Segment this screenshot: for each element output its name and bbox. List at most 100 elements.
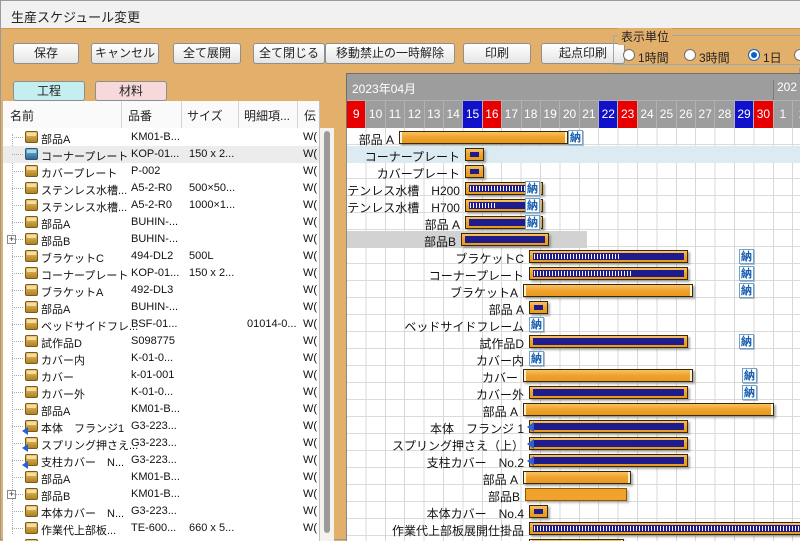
radio-1hour-label[interactable]: 1時間 (638, 49, 669, 66)
cell-name: カバー内 (41, 355, 85, 367)
gantt-bar[interactable] (527, 454, 688, 467)
tree-leader-line (12, 477, 23, 478)
table-row[interactable]: カバー外 K-01-0... W( (3, 384, 319, 401)
day-cell: 23 (618, 100, 638, 128)
gantt-bar[interactable] (465, 148, 484, 161)
table-row[interactable]: 支柱カバー N... G3-223... W( (3, 452, 319, 469)
table-row[interactable]: 本体カバー N... G3-223... W( (3, 503, 319, 520)
table-row[interactable]: + 部品B BUHIN-... W( (3, 231, 319, 248)
table-row[interactable]: 部品A BUHIN-... W( (3, 214, 319, 231)
gantt-row: 試作品D 納 (347, 333, 800, 351)
item-cube-icon (25, 505, 38, 517)
tab-process[interactable]: 工程 (13, 81, 85, 101)
table-row[interactable]: + 部品B KM01-B... W( (3, 486, 319, 503)
table-vertical-scrollbar[interactable] (320, 128, 334, 541)
day-cell: 17 (502, 100, 522, 128)
cell-name: 部品A (41, 134, 71, 146)
item-cube-icon (25, 131, 38, 143)
table-row[interactable]: カバー k-01-001 W( (3, 367, 319, 384)
cell-size: 660 x 5... (189, 522, 235, 534)
table-row[interactable]: 作業代上部板... TE-600... 660 x 5... W( (3, 520, 319, 537)
unlock-move-button[interactable]: 移動禁止の一時解除 (325, 43, 455, 64)
gantt-bar[interactable] (529, 267, 688, 280)
print-button[interactable]: 印刷 (463, 43, 531, 64)
gantt-bar[interactable] (523, 471, 631, 484)
gantt-bar[interactable] (523, 284, 693, 297)
table-row[interactable]: 部品A KM01-B... W( (3, 469, 319, 486)
item-cube-icon (25, 352, 38, 364)
cell-part: S098775 (131, 335, 176, 347)
gantt-bar[interactable] (529, 335, 688, 348)
tree-leader-line (12, 188, 23, 189)
cell-name: 支柱カバー N... (41, 457, 125, 469)
col-header-part: 品番 (128, 109, 153, 123)
gantt-bar[interactable] (527, 437, 688, 450)
table-row[interactable]: カバープレート P-002 W( (3, 163, 319, 180)
radio-3hour[interactable] (684, 49, 696, 61)
day-cell: 10 (366, 100, 386, 128)
gantt-bar[interactable] (529, 250, 688, 263)
delivery-badge: 納 (739, 283, 754, 298)
table-row[interactable]: カバー内 K-01-0... W( (3, 350, 319, 367)
gantt-bar[interactable] (461, 233, 549, 246)
column-separator (297, 101, 298, 128)
gantt-day-row: 9 10 11 12 13 14 15 16 17 18 19 20 21 22 23 24 25 26 27 28 2… (346, 100, 800, 128)
table-row[interactable] (3, 537, 319, 541)
col-header-name: 名前 (10, 109, 35, 123)
table-row[interactable]: ステンレス水槽... A5-2-R0 1000×1... W( (3, 197, 319, 214)
radio-1hour[interactable] (623, 49, 635, 61)
gantt-bar[interactable] (465, 165, 484, 178)
radio-3hour-label[interactable]: 3時間 (699, 49, 730, 66)
collapse-all-button[interactable]: 全て閉じる (253, 43, 325, 64)
tab-material[interactable]: 材料 (95, 81, 167, 101)
gantt-bar[interactable] (529, 386, 688, 399)
radio-1day[interactable] (748, 49, 760, 61)
cell-den: W( (303, 522, 318, 534)
tree-leader-line (12, 528, 23, 529)
gantt-bar[interactable] (529, 505, 548, 518)
delivery-badge: 納 (742, 368, 757, 383)
table-row[interactable]: 部品A KM01-B... W( (3, 401, 319, 418)
day-cell: 26 (676, 100, 697, 128)
day-cell: 9 (347, 100, 367, 128)
gantt-row: 本体カバー No.4 (347, 503, 800, 521)
cancel-button[interactable]: キャンセル (91, 43, 159, 64)
table-row[interactable]: ブラケットA 492-DL3 W( (3, 282, 319, 299)
cell-part: k-01-001 (131, 369, 175, 381)
tree-leader-line (12, 154, 23, 155)
bar-progress-hatch (470, 203, 495, 208)
radio-partial[interactable] (794, 49, 800, 61)
cell-name: スプリング押さえ... (41, 440, 139, 452)
cell-name: カバー外 (41, 389, 85, 401)
table-row[interactable]: コーナープレート KOP-01... 150 x 2... W( (3, 146, 319, 163)
gantt-bar[interactable] (529, 301, 548, 314)
cell-size: 1000×1... (189, 199, 236, 211)
cell-name: 部品A (41, 219, 71, 231)
gantt-bar[interactable] (525, 488, 627, 501)
gantt-bar[interactable] (527, 420, 688, 433)
tree-leader-line (12, 273, 23, 274)
expand-all-button[interactable]: 全て展開 (173, 43, 241, 64)
table-row[interactable]: 試作品D S098775 W( (3, 333, 319, 350)
table-row[interactable]: 部品A KM01-B... W( (3, 129, 319, 146)
table-row[interactable]: ブラケットC 494-DL2 500L W( (3, 248, 319, 265)
gantt-bar[interactable] (523, 403, 774, 416)
table-row[interactable]: スプリング押さえ... G3-223... W( (3, 435, 319, 452)
gantt-bar[interactable] (529, 522, 800, 535)
table-row[interactable]: ステンレス水槽... A5-2-R0 500×50... W( (3, 180, 319, 197)
scrollbar-thumb[interactable] (324, 131, 330, 533)
cell-den: W( (303, 369, 318, 381)
save-button[interactable]: 保存 (13, 43, 79, 64)
table-row[interactable]: ベッドサイドフレ... BSF-01... 01014-0... W( (3, 316, 319, 333)
day-cell: 1 (773, 100, 793, 128)
table-row[interactable]: 部品A BUHIN-... W( (3, 299, 319, 316)
radio-1day-label[interactable]: 1日 (763, 49, 782, 66)
delivery-badge: 納 (568, 130, 583, 145)
table-row[interactable]: コーナープレート KOP-01... 150 x 2... W( (3, 265, 319, 282)
table-row[interactable]: 本体 フランジ1 G3-223... W( (3, 418, 319, 435)
cell-part: P-002 (131, 165, 161, 177)
item-cube-icon (25, 335, 38, 347)
gantt-bar[interactable] (523, 369, 693, 382)
day-cell: 20 (560, 100, 580, 128)
gantt-bar[interactable] (399, 131, 568, 144)
